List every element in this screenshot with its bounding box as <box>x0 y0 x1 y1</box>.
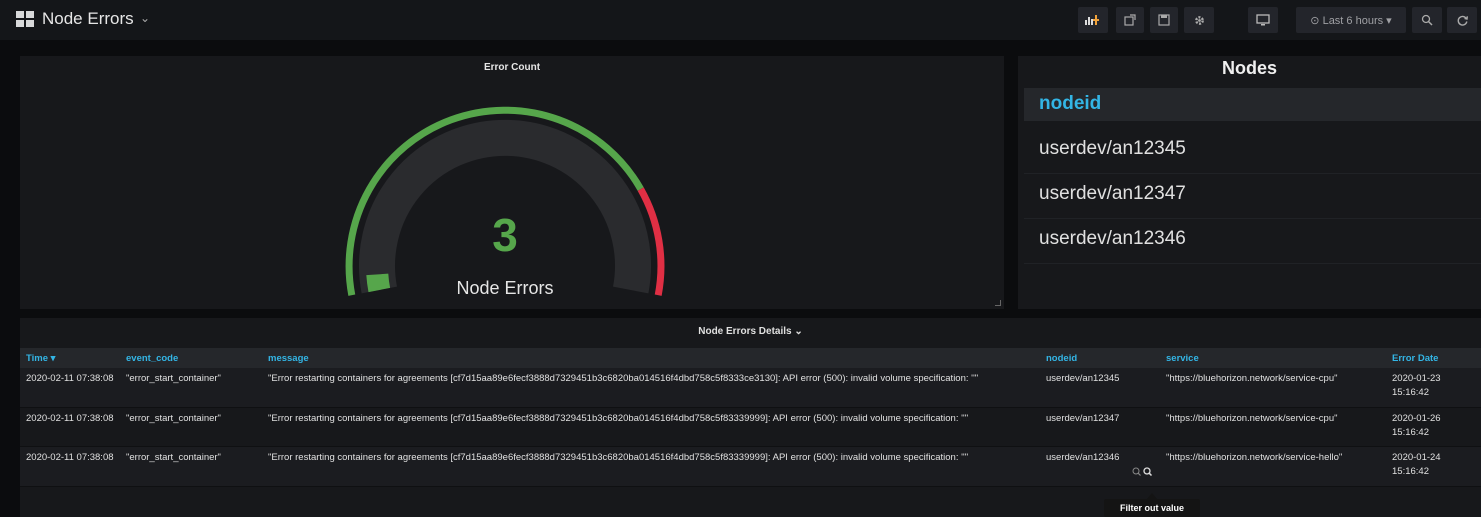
resize-handle[interactable] <box>995 300 1001 306</box>
table-row: userdev/an12346 <box>1024 219 1481 264</box>
chevron-down-icon[interactable]: ⌄ <box>140 11 150 25</box>
cell-nodeid-hovered[interactable]: userdev/an12346 <box>1040 446 1160 487</box>
search-icon <box>1421 14 1433 26</box>
column-header-event-code[interactable]: event_code <box>120 348 262 368</box>
panel-title[interactable]: Node Errors Details ⌄ <box>20 326 1481 337</box>
cell-message: "Error restarting containers for agreeme… <box>262 368 1040 408</box>
table-row: 2020-02-11 07:38:08 "error_start_contain… <box>20 368 1481 408</box>
cell-service: "https://bluehorizon.network/service-hel… <box>1160 446 1386 487</box>
save-icon <box>1158 14 1170 26</box>
gauge-value: 3 <box>492 209 518 261</box>
share-button[interactable] <box>1116 7 1144 33</box>
gauge-chart: 3 Node Errors <box>345 106 665 298</box>
zoom-out-button[interactable] <box>1412 7 1442 33</box>
cell-time: 2020-02-11 07:38:08 <box>20 368 120 408</box>
cell-error-date: 2020-01-23 15:16:42 <box>1386 368 1481 408</box>
top-navbar: Node Errors ⌄ ⊙ Last 6 hours ▾ <box>0 0 1481 40</box>
cell-service: "https://bluehorizon.network/service-cpu… <box>1160 368 1386 408</box>
gauge-value-arc <box>366 273 391 293</box>
filter-out-tooltip: Filter out value <box>1104 499 1200 517</box>
node-errors-details-panel[interactable]: Node Errors Details ⌄ Time ▾ event_code … <box>20 318 1481 517</box>
cell-service: "https://bluehorizon.network/service-cpu… <box>1160 407 1386 447</box>
table-row: userdev/an12345 <box>1024 129 1481 174</box>
column-header-label: nodeid <box>1039 93 1102 114</box>
gear-icon <box>1194 15 1204 25</box>
zoom-out-icon <box>1143 466 1153 476</box>
column-header-error-date[interactable]: Error Date <box>1386 348 1481 368</box>
refresh-icon <box>1457 15 1468 26</box>
refresh-button[interactable] <box>1447 7 1477 33</box>
filter-icons <box>1132 466 1153 476</box>
time-range-picker[interactable]: ⊙ Last 6 hours ▾ <box>1296 7 1406 33</box>
node-id: userdev/an12347 <box>1039 183 1186 204</box>
dashboard-grid-icon[interactable] <box>16 11 34 27</box>
column-header-message[interactable]: message <box>262 348 1040 368</box>
cell-event-code: "error_start_container" <box>120 446 262 487</box>
column-header-time[interactable]: Time ▾ <box>20 348 120 368</box>
details-table: Time ▾ event_code message nodeid service… <box>20 348 1481 487</box>
cell-time: 2020-02-11 07:38:08 <box>20 407 120 447</box>
cell-event-code: "error_start_container" <box>120 368 262 408</box>
share-icon <box>1124 14 1136 26</box>
table-row: 2020-02-11 07:38:08 "error_start_contain… <box>20 446 1481 487</box>
settings-button[interactable] <box>1184 7 1214 33</box>
cell-event-code: "error_start_container" <box>120 407 262 447</box>
table-row: 2020-02-11 07:38:08 "error_start_contain… <box>20 407 1481 447</box>
save-button[interactable] <box>1150 7 1178 33</box>
cell-error-date: 2020-01-24 15:16:42 <box>1386 446 1481 487</box>
cell-error-date: 2020-01-26 15:16:42 <box>1386 407 1481 447</box>
dashboard-title[interactable]: Node Errors <box>42 9 134 29</box>
error-count-panel[interactable]: Error Count 3 Node Errors <box>20 56 1004 309</box>
cell-nodeid: userdev/an12347 <box>1040 407 1160 447</box>
cell-nodeid: userdev/an12345 <box>1040 368 1160 408</box>
nodes-panel[interactable]: Nodes nodeid userdev/an12345 userdev/an1… <box>1018 56 1481 309</box>
table-header-nodeid[interactable]: nodeid <box>1024 88 1481 121</box>
cell-message: "Error restarting containers for agreeme… <box>262 407 1040 447</box>
monitor-icon <box>1256 14 1270 26</box>
tv-mode-button[interactable] <box>1248 7 1278 33</box>
filter-actions[interactable] <box>1046 466 1154 482</box>
cell-time: 2020-02-11 07:38:08 <box>20 446 120 487</box>
node-id: userdev/an12346 <box>1039 228 1186 249</box>
cell-message: "Error restarting containers for agreeme… <box>262 446 1040 487</box>
gauge-label: Node Errors <box>456 278 553 298</box>
table-row: userdev/an12347 <box>1024 174 1481 219</box>
node-id: userdev/an12345 <box>1039 138 1186 159</box>
panel-title[interactable]: Nodes <box>1018 58 1481 79</box>
cell-nodeid: userdev/an12346 <box>1046 451 1120 463</box>
column-header-service[interactable]: service <box>1160 348 1386 368</box>
column-header-nodeid[interactable]: nodeid <box>1040 348 1160 368</box>
add-panel-button[interactable] <box>1078 7 1108 33</box>
zoom-in-icon <box>1132 467 1141 476</box>
add-panel-icon <box>1085 15 1099 25</box>
